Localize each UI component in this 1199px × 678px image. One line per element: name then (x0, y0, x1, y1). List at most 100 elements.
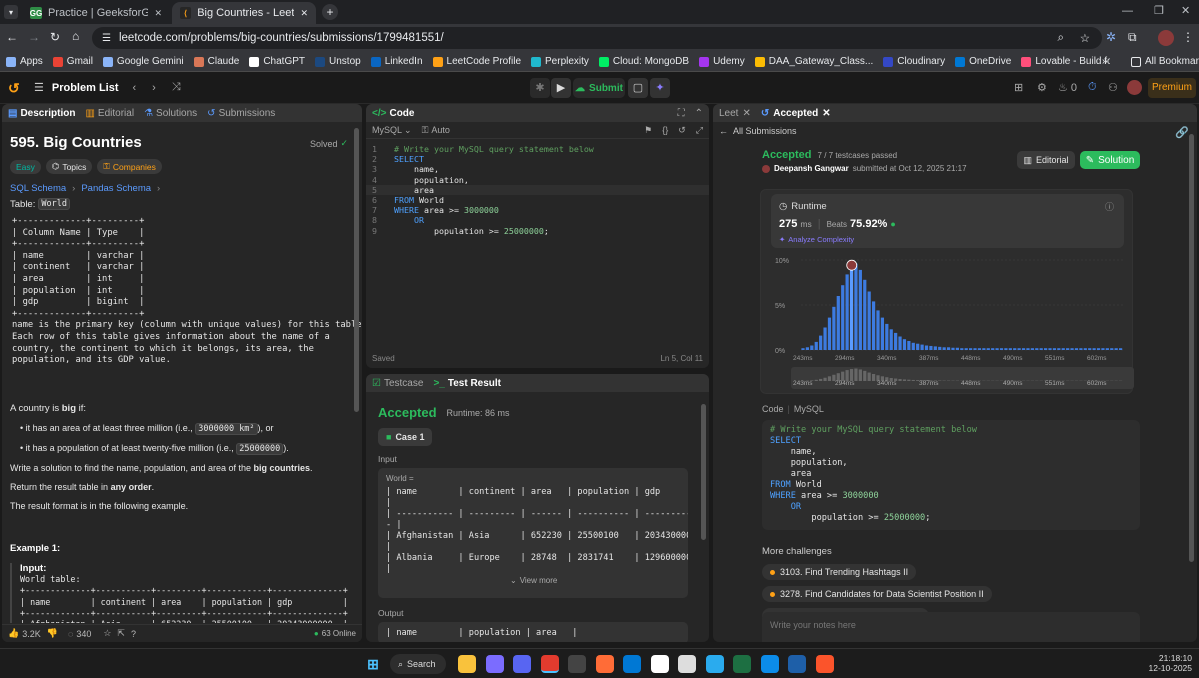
tab-description[interactable]: ▤ Description (8, 108, 75, 119)
editorial-button[interactable]: ▥ Editorial (1017, 151, 1075, 169)
bookmark-item[interactable]: Apps (6, 56, 43, 67)
copilot-icon[interactable] (485, 655, 504, 673)
close-icon[interactable]: ✕ (742, 108, 750, 119)
histogram-bar[interactable] (995, 348, 999, 350)
discord-icon[interactable] (513, 655, 531, 673)
bookmark-star-icon[interactable]: ☆ (1080, 31, 1090, 45)
bookmark-item[interactable]: Claude (193, 56, 239, 67)
tab-close-icon[interactable]: ✕ (154, 8, 162, 19)
histogram-bar[interactable] (805, 347, 810, 350)
collapse-icon[interactable]: ⌃ (695, 108, 703, 119)
bookmark-item[interactable]: LeetCode Profile (432, 56, 521, 67)
difficulty-tag[interactable]: Easy (10, 159, 41, 174)
share-icon[interactable]: ⇱ (117, 628, 125, 639)
tab-geeksforgeeks[interactable]: GG Practice | GeeksforGeeks | A co ✕ (22, 2, 170, 24)
brave-icon[interactable] (815, 655, 834, 673)
notion-icon[interactable] (678, 655, 696, 673)
sql-schema-link[interactable]: SQL Schema (10, 183, 66, 194)
extensions-puzzle-icon[interactable]: ⧉ (1128, 30, 1137, 45)
all-bookmarks[interactable]: All Bookmarks (1131, 56, 1199, 67)
prev-problem-icon[interactable]: ‹ (133, 82, 137, 94)
edge-icon[interactable] (760, 655, 779, 673)
settings-gear-icon[interactable]: ⚙ (1037, 81, 1047, 94)
histogram-bar[interactable] (1035, 348, 1039, 350)
star-icon[interactable]: ☆ (103, 628, 111, 639)
view-more-button[interactable]: ⌄ View more (510, 576, 557, 585)
histogram-bar[interactable] (924, 345, 929, 351)
histogram-bar[interactable] (1101, 348, 1105, 350)
histogram-bar[interactable] (1048, 348, 1052, 350)
histogram-bar[interactable] (1026, 348, 1030, 350)
histogram-bar[interactable] (1110, 348, 1114, 350)
forward-icon[interactable]: → (28, 30, 40, 44)
close-icon[interactable]: ✕ (822, 108, 830, 119)
code-tab[interactable]: </> Code (372, 108, 414, 119)
postman-icon[interactable] (595, 655, 614, 673)
histogram-bar[interactable] (863, 279, 867, 350)
histogram-bar[interactable] (938, 346, 942, 350)
histogram-bar[interactable] (1008, 348, 1012, 350)
ai-sparkle-icon[interactable]: ✦ (650, 78, 670, 98)
histogram-bar[interactable] (946, 347, 951, 350)
histogram-bar[interactable] (1092, 348, 1096, 350)
help-icon[interactable]: ? (131, 629, 136, 639)
run-button[interactable]: ▶ (551, 78, 571, 98)
clock[interactable]: 21:18:10 12-10-2025 (1148, 653, 1192, 673)
github-icon[interactable] (650, 655, 669, 673)
runtime-distribution-chart[interactable]: 10% 5% 0% 243ms 294ms 340ms 387ms 448ms 490ms 551… (761, 250, 1134, 392)
bookmark-icon[interactable]: ⚑ (644, 125, 652, 136)
histogram-bar[interactable] (1013, 348, 1017, 350)
maximize-icon[interactable]: ⛶ (678, 108, 685, 119)
windows-start-icon[interactable]: ⊞ (364, 655, 382, 673)
histogram-bar[interactable] (898, 336, 902, 351)
histogram-bar[interactable] (999, 348, 1004, 350)
site-info-icon[interactable]: ☰ (102, 33, 111, 44)
leetcode-logo[interactable]: ↺ (8, 80, 22, 96)
histogram-bar[interactable] (858, 269, 862, 350)
thumbs-down-icon[interactable]: 👎 (47, 628, 58, 639)
debug-icon[interactable]: ✱ (530, 78, 550, 98)
histogram-bar[interactable] (1017, 348, 1021, 350)
histogram-bar[interactable] (1105, 348, 1109, 350)
link-icon[interactable]: 🔗 (1175, 126, 1189, 139)
user-avatar[interactable] (1127, 80, 1142, 95)
new-tab-icon[interactable]: + (322, 4, 338, 20)
histogram-bar[interactable] (801, 348, 805, 350)
bookmark-item[interactable]: Udemy (699, 56, 745, 67)
runtime-summary[interactable]: ◷ Runtime ⓘ 275 ms | Beats 75.92% ● ✦ Anal… (771, 194, 1124, 248)
zoom-search-icon[interactable]: ⌕ (1058, 32, 1064, 45)
scrollbar-thumb[interactable] (701, 404, 706, 540)
histogram-bar[interactable] (1066, 348, 1070, 350)
bookmark-item[interactable]: Lovable - Build for t... (1021, 56, 1110, 67)
minimize-icon[interactable]: — (1122, 5, 1133, 17)
reload-icon[interactable]: ↻ (50, 30, 60, 44)
tab-close-icon[interactable]: ✕ (300, 8, 308, 19)
histogram-bar[interactable] (1088, 348, 1092, 350)
histogram-bar[interactable] (845, 274, 849, 350)
histogram-bar[interactable] (819, 335, 823, 350)
bookmark-item[interactable]: Perplexity (531, 56, 589, 67)
taskbar-search[interactable]: ⌕ Search (390, 654, 446, 674)
scrollbar-thumb[interactable] (354, 128, 359, 412)
scrollbar-thumb[interactable] (1189, 134, 1194, 562)
histogram-bar[interactable] (991, 348, 995, 350)
bookmark-item[interactable]: Cloudinary (883, 56, 945, 67)
restore-icon[interactable]: ❐ (1154, 4, 1164, 17)
histogram-bar[interactable] (969, 348, 973, 350)
topics-tag[interactable]: ⌬ Topics (45, 159, 93, 174)
solution-button[interactable]: ✎ Solution (1080, 151, 1140, 169)
histogram-bar[interactable] (1070, 348, 1074, 350)
telegram-icon[interactable] (705, 655, 724, 673)
bookmark-item[interactable]: Google Gemini (102, 56, 184, 67)
histogram-bar[interactable] (823, 327, 827, 351)
histogram-bar[interactable] (841, 285, 845, 350)
bookmark-item[interactable]: OneDrive (955, 56, 1011, 67)
streak-counter[interactable]: ♨ 0 (1058, 81, 1077, 95)
histogram-bar[interactable] (871, 301, 876, 350)
challenge-chip[interactable]: 3278. Find Candidates for Data Scientist… (762, 586, 992, 602)
pandas-schema-link[interactable]: Pandas Schema (81, 183, 151, 194)
histogram-bar[interactable] (810, 345, 814, 351)
premium-button[interactable]: Premium (1148, 78, 1196, 98)
bookmark-item[interactable]: Gmail (52, 56, 93, 67)
histogram-bar[interactable] (1052, 348, 1057, 350)
